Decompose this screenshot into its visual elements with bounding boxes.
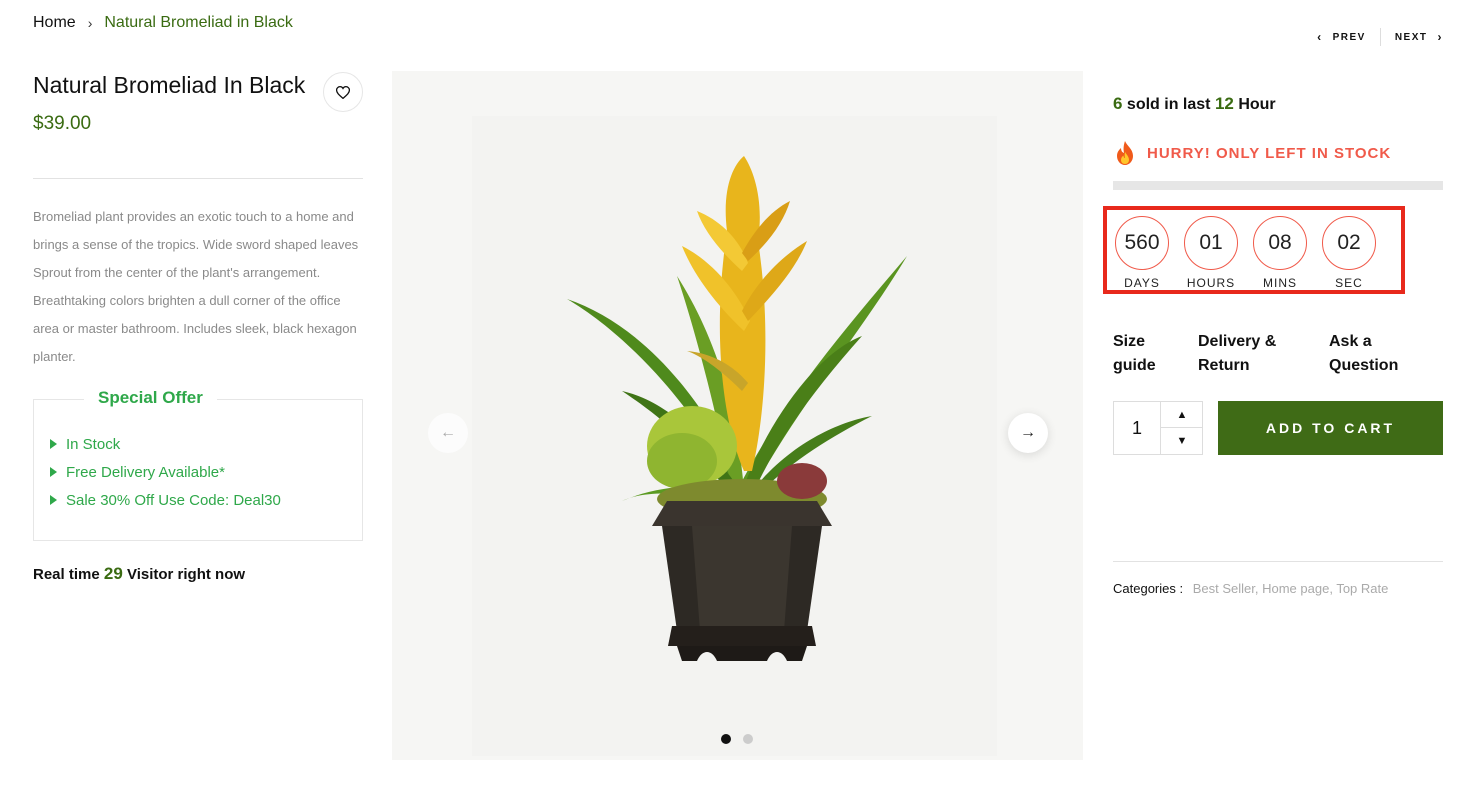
breadcrumb-current: Natural Bromeliad in Black	[104, 14, 293, 31]
quantity-stepper: 1 ▲ ▼	[1113, 401, 1203, 455]
breadcrumb: Home › Natural Bromeliad in Black	[33, 14, 293, 32]
offer-item-text: In Stock	[66, 435, 121, 453]
offer-item: Free Delivery Available*	[50, 458, 281, 486]
arrow-left-icon: ←	[440, 424, 456, 441]
quantity-input[interactable]: 1	[1114, 402, 1160, 454]
product-image-plant	[567, 156, 907, 661]
hurry-text: HURRY! ONLY LEFT IN STOCK	[1147, 144, 1392, 162]
prev-label: PREV	[1332, 31, 1366, 43]
ask-line1: Ask a	[1329, 333, 1372, 350]
countdown-mins-value: 08	[1253, 216, 1307, 270]
sold-suffix: Hour	[1238, 96, 1276, 113]
hurry-stock-message: HURRY! ONLY LEFT IN STOCK	[1113, 140, 1391, 166]
next-label: NEXT	[1394, 31, 1428, 43]
heart-icon	[336, 85, 350, 99]
visitors-count: 29	[103, 564, 123, 583]
gallery-pagination	[721, 734, 753, 744]
offer-item: In Stock	[50, 430, 281, 458]
next-button[interactable]: NEXT ›	[1395, 30, 1443, 44]
triangle-bullet-icon	[50, 467, 57, 477]
product-description: Bromeliad plant provides an exotic touch…	[33, 209, 359, 364]
countdown-hours-label: HOURS	[1186, 276, 1236, 290]
pagination-divider	[1379, 28, 1381, 46]
visitors-suffix: Visitor right now	[126, 566, 246, 583]
special-offer-list: In Stock Free Delivery Available* Sale 3…	[50, 430, 281, 514]
sold-count: 6	[1113, 94, 1123, 113]
countdown-sec: 02 SEC	[1320, 216, 1378, 290]
gallery-dot[interactable]	[743, 734, 753, 744]
quantity-decrease-button[interactable]: ▼	[1161, 428, 1203, 454]
divider	[1113, 561, 1443, 562]
breadcrumb-separator: ›	[87, 15, 93, 31]
countdown-timer: 560 DAYS 01 HOURS 08 MINS 02 SEC	[1103, 206, 1405, 294]
gallery-prev-button[interactable]: ←	[428, 413, 468, 453]
visitors-prefix: Real time	[33, 566, 100, 583]
ask-question-link[interactable]: Ask a Question	[1329, 330, 1398, 378]
sold-info: 6 sold in last 12 Hour	[1113, 94, 1276, 114]
sold-mid: sold in last	[1126, 96, 1211, 113]
offer-item-text: Sale 30% Off Use Code: Deal30	[66, 491, 281, 509]
countdown-sec-label: SEC	[1335, 276, 1363, 290]
countdown-hours-value: 01	[1184, 216, 1238, 270]
countdown-days-value: 560	[1115, 216, 1169, 270]
size-guide-link[interactable]: Size guide	[1113, 330, 1198, 378]
sold-hours: 12	[1214, 94, 1234, 113]
product-price: $39.00	[33, 113, 92, 134]
delivery-line2: Return	[1198, 357, 1250, 374]
product-pagination: ‹ PREV NEXT ›	[1317, 28, 1443, 46]
fire-icon	[1117, 141, 1133, 165]
product-title: Natural Bromeliad In Black	[33, 72, 306, 98]
product-links: Size guide Delivery & Return Ask a Quest…	[1113, 330, 1398, 378]
countdown-mins: 08 MINS	[1251, 216, 1309, 290]
divider	[33, 178, 363, 179]
prev-button[interactable]: ‹ PREV	[1317, 30, 1366, 44]
countdown-sec-value: 02	[1322, 216, 1376, 270]
special-offer-box: Special Offer In Stock Free Delivery Ava…	[33, 388, 363, 541]
size-guide-line2: guide	[1113, 357, 1156, 374]
chevron-right-icon: ›	[1437, 30, 1443, 44]
category-link[interactable]: Best Seller	[1193, 581, 1255, 596]
triangle-bullet-icon	[50, 495, 57, 505]
ask-line2: Question	[1329, 357, 1399, 374]
breadcrumb-home-link[interactable]: Home	[33, 14, 76, 32]
quantity-buttons: ▲ ▼	[1160, 402, 1203, 454]
size-guide-line1: Size	[1113, 333, 1146, 350]
special-offer-title: Special Offer	[84, 388, 217, 408]
categories-label: Categories :	[1113, 581, 1184, 596]
stock-progress-bar	[1113, 181, 1443, 190]
quantity-increase-button[interactable]: ▲	[1161, 402, 1203, 428]
countdown-days: 560 DAYS	[1113, 216, 1171, 290]
arrow-right-icon: →	[1020, 424, 1036, 441]
countdown-hours: 01 HOURS	[1182, 216, 1240, 290]
chevron-left-icon: ‹	[1317, 30, 1323, 44]
caret-down-icon: ▼	[1176, 435, 1188, 447]
caret-up-icon: ▲	[1176, 408, 1188, 421]
category-link[interactable]: Top Rate	[1336, 581, 1388, 596]
countdown-days-label: DAYS	[1124, 276, 1160, 290]
gallery-dot-active[interactable]	[721, 734, 731, 744]
countdown-mins-label: MINS	[1263, 276, 1297, 290]
category-link[interactable]: Home page	[1262, 581, 1329, 596]
delivery-line1: Delivery &	[1198, 333, 1277, 350]
categories: Categories : Best Seller, Home page, Top…	[1113, 581, 1388, 596]
realtime-visitors: Real time 29 Visitor right now	[33, 564, 245, 584]
delivery-return-link[interactable]: Delivery & Return	[1198, 330, 1329, 378]
wishlist-button[interactable]	[323, 72, 363, 112]
offer-item: Sale 30% Off Use Code: Deal30	[50, 486, 281, 514]
add-to-cart-button[interactable]: ADD TO CART	[1218, 401, 1443, 455]
offer-item-text: Free Delivery Available*	[66, 463, 225, 481]
gallery-next-button[interactable]: →	[1008, 413, 1048, 453]
product-gallery: ← →	[392, 71, 1083, 760]
triangle-bullet-icon	[50, 439, 57, 449]
